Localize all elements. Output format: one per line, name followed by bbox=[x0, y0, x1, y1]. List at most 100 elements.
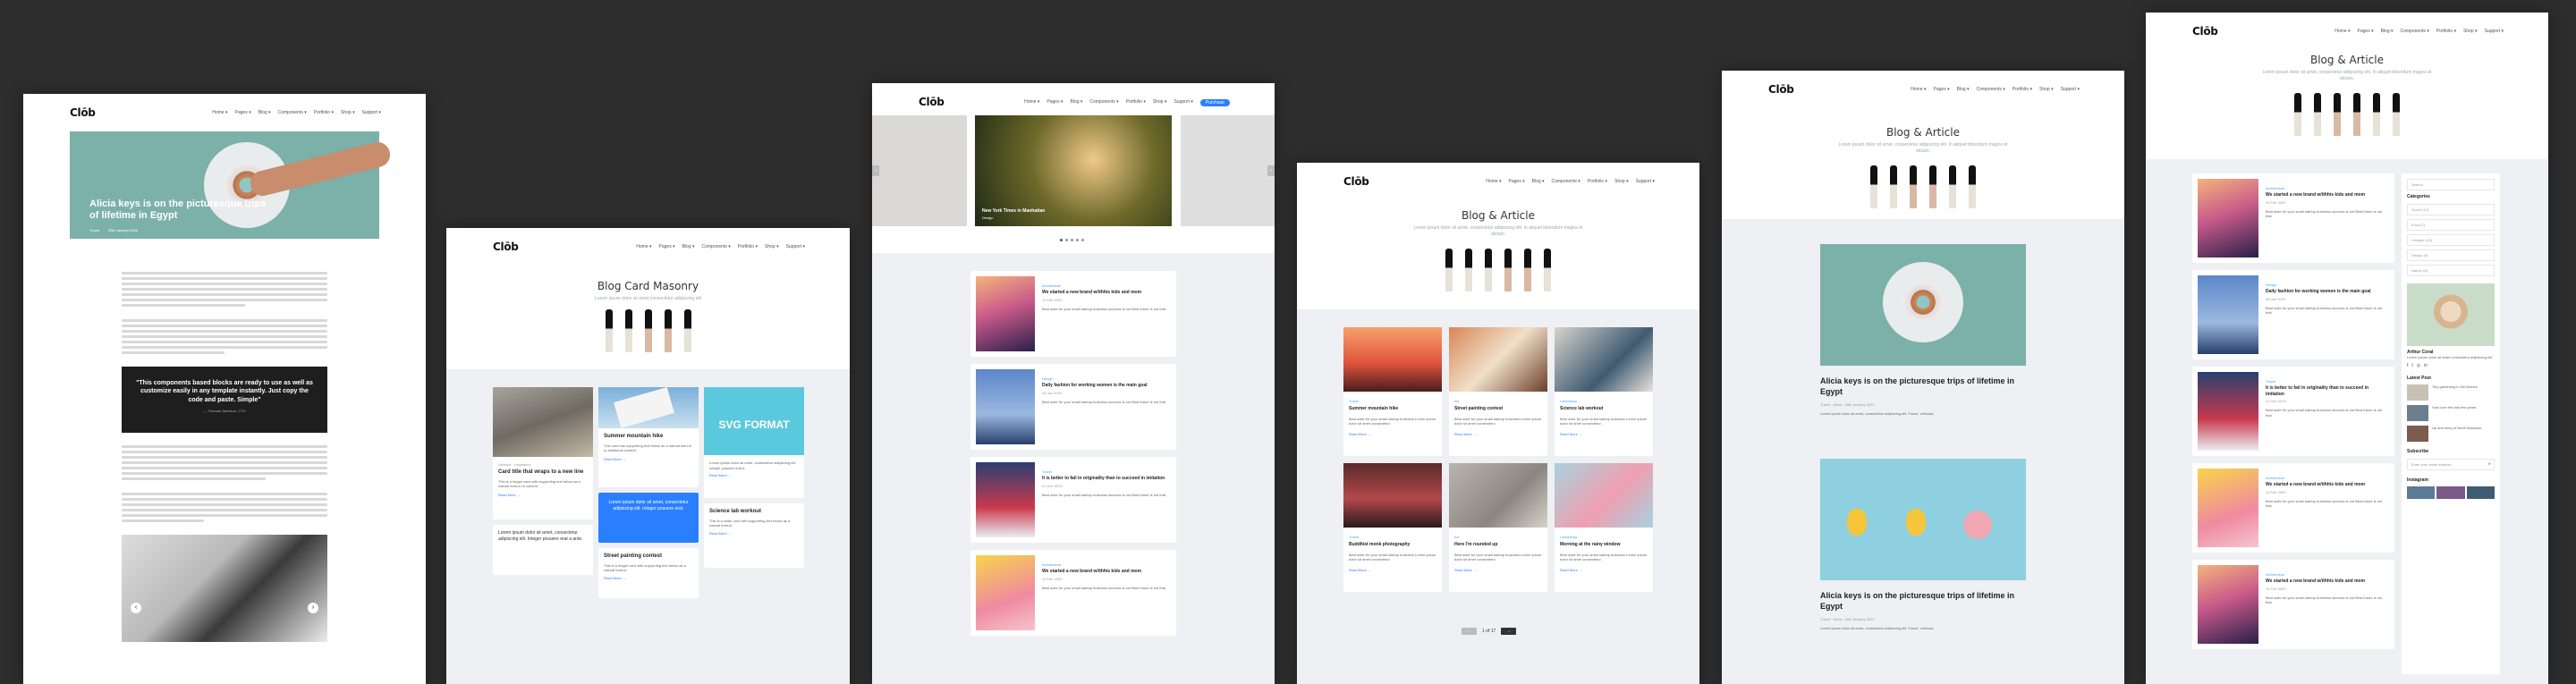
feature-post[interactable]: Alicia keys is on the picturesque trips … bbox=[1820, 244, 2026, 417]
nav-item[interactable]: Portfolio ▾ bbox=[2436, 29, 2456, 34]
nav-home[interactable]: Home ▾ bbox=[1024, 99, 1039, 106]
blog-card[interactable]: Travel Summer mountain hike Best suite f… bbox=[1343, 327, 1442, 456]
card-category[interactable]: Art bbox=[1454, 399, 1542, 403]
nav-item[interactable]: Components ▾ bbox=[702, 244, 731, 249]
category-item[interactable]: Lifestyle (15) bbox=[2407, 233, 2495, 246]
send-icon[interactable]: ➤ bbox=[2488, 461, 2491, 466]
card-category[interactable]: Travel bbox=[1349, 399, 1436, 403]
hero-tag[interactable]: Travel bbox=[89, 228, 99, 232]
nav-item[interactable]: Blog ▾ bbox=[2381, 29, 2394, 34]
nav-item[interactable]: Support ▾ bbox=[2061, 87, 2080, 92]
card-title[interactable]: Summer mountain hike bbox=[604, 434, 693, 441]
search-input[interactable]: Search bbox=[2407, 179, 2495, 190]
blog-card[interactable]: SVG FORMAT Lorem ipsum dolor sit amet, c… bbox=[704, 387, 804, 498]
nav-item[interactable]: Shop ▾ bbox=[2039, 87, 2054, 92]
read-more-link[interactable]: Read More → bbox=[1560, 568, 1648, 572]
nav-item[interactable]: Home ▾ bbox=[636, 244, 651, 249]
nav-portfolio[interactable]: Portfolio ▾ bbox=[1126, 99, 1146, 106]
nav-item[interactable]: Blog ▾ bbox=[1532, 179, 1545, 184]
post-category[interactable]: Design bbox=[1042, 376, 1169, 381]
site-logo[interactable]: Clōb bbox=[493, 241, 519, 253]
card-title[interactable]: Street painting contest bbox=[604, 553, 693, 561]
facebook-icon[interactable]: f bbox=[2407, 363, 2408, 368]
blog-card[interactable]: Lifestyle · Inspiration Card title that … bbox=[493, 387, 593, 519]
post-category[interactable]: Architecture bbox=[1042, 283, 1169, 288]
category-item[interactable]: Design (9) bbox=[2407, 249, 2495, 261]
card-title[interactable]: Street painting contest bbox=[1454, 406, 1542, 412]
post-title[interactable]: Daily fashion for working women is the m… bbox=[1042, 383, 1169, 389]
post-list-item[interactable]: Architecture We started a new brand w/it… bbox=[2192, 463, 2394, 553]
nav-item[interactable]: Blog ▾ bbox=[682, 244, 695, 249]
read-more-link[interactable]: Read More → bbox=[1454, 432, 1542, 436]
nav-item[interactable]: Pages ▾ bbox=[659, 244, 675, 249]
post-title[interactable]: We started a new brand w/ithhis kids and… bbox=[1042, 569, 1169, 575]
nav-components[interactable]: Components ▾ bbox=[1089, 99, 1118, 106]
read-more-link[interactable]: Read More → bbox=[709, 473, 799, 477]
card-title[interactable]: Morning at the rainy window bbox=[1560, 542, 1648, 548]
slider-prev-icon[interactable]: ‹ bbox=[872, 165, 879, 176]
nav-item[interactable]: Portfolio ▾ bbox=[314, 110, 334, 115]
nav-item[interactable]: Components ▾ bbox=[2401, 29, 2429, 34]
pagination-prev-button[interactable]: ← bbox=[1462, 628, 1477, 635]
pagination-next-button[interactable]: → bbox=[1501, 628, 1517, 635]
instagram-icon[interactable]: ◎ bbox=[2417, 363, 2420, 368]
nav-item[interactable]: Blog ▾ bbox=[1957, 87, 1970, 92]
nav-item[interactable]: Home ▾ bbox=[1486, 179, 1501, 184]
blog-card[interactable]: Science lab workout This is a wider card… bbox=[704, 503, 804, 568]
post-title[interactable]: We started a new brand w/ithhis kids and… bbox=[2266, 578, 2387, 585]
post-list-item[interactable]: Design Daily fashion for working women i… bbox=[970, 364, 1176, 450]
nav-pages[interactable]: Pages ▾ bbox=[1046, 99, 1063, 106]
post-title[interactable]: We started a new brand w/ithhis kids and… bbox=[2266, 192, 2387, 198]
nav-item[interactable]: Home ▾ bbox=[2334, 29, 2350, 34]
blog-card[interactable]: Lorem ipsum dolor sit amet, consectetur … bbox=[493, 525, 593, 575]
read-more-link[interactable]: Read More → bbox=[604, 457, 693, 461]
linkedin-icon[interactable]: in bbox=[2424, 363, 2428, 368]
card-title[interactable]: Here I'm rounded up bbox=[1454, 542, 1542, 548]
slider-next-icon[interactable]: › bbox=[1267, 165, 1275, 176]
card-category[interactable]: Laboratory bbox=[1560, 535, 1648, 539]
blog-card[interactable]: Art Here I'm rounded up Best suite for y… bbox=[1449, 463, 1547, 592]
card-title[interactable]: Science lab workout bbox=[709, 509, 799, 516]
nav-item[interactable]: Components ▾ bbox=[1552, 179, 1580, 184]
post-title[interactable]: Alicia keys is on the picturesque trips … bbox=[1820, 376, 2026, 397]
read-more-link[interactable]: Read More → bbox=[498, 493, 588, 497]
subscribe-email-field[interactable]: Enter your email address ➤ bbox=[2407, 458, 2495, 470]
nav-item[interactable]: Components ▾ bbox=[278, 110, 307, 115]
latest-post-item[interactable]: Tiny gardening in the kitchen bbox=[2407, 384, 2495, 401]
read-more-link[interactable]: Read More → bbox=[709, 531, 799, 536]
card-category[interactable]: Laboratory bbox=[1560, 399, 1648, 403]
read-more-link[interactable]: Read More → bbox=[604, 576, 693, 580]
card-title[interactable]: Buddhist monk photography bbox=[1349, 542, 1436, 548]
twitter-icon[interactable]: t bbox=[2411, 363, 2412, 368]
site-logo[interactable]: Clōb bbox=[70, 106, 96, 119]
card-category[interactable]: Art bbox=[1454, 535, 1542, 539]
post-list-item[interactable]: Architecture We started a new brand w/it… bbox=[2192, 560, 2394, 649]
post-title[interactable]: Daily fashion for working women is the m… bbox=[2266, 289, 2387, 295]
slider-dots[interactable] bbox=[1060, 239, 1084, 241]
site-logo[interactable]: Clōb bbox=[1343, 175, 1369, 188]
category-item[interactable]: Food (7) bbox=[2407, 218, 2495, 231]
slide-active[interactable]: New York Times in Manhattan Design bbox=[975, 115, 1172, 226]
blog-card[interactable]: Summer mountain hike This card has suppo… bbox=[598, 387, 699, 487]
nav-item[interactable]: Support ▾ bbox=[786, 244, 805, 249]
nav-item[interactable]: Shop ▾ bbox=[1614, 179, 1629, 184]
purchase-button[interactable]: Purchase bbox=[1199, 99, 1230, 106]
nav-item[interactable]: Support ▾ bbox=[362, 110, 381, 115]
post-category[interactable]: Design bbox=[2266, 283, 2387, 287]
post-title[interactable]: It is better to fail in originality than… bbox=[1042, 476, 1169, 482]
nav-item[interactable]: Portfolio ▾ bbox=[2012, 87, 2032, 92]
card-category[interactable]: Travel bbox=[1349, 535, 1436, 539]
post-list-item[interactable]: Architecture We started a new brand w/it… bbox=[970, 550, 1176, 636]
nav-shop[interactable]: Shop ▾ bbox=[1153, 99, 1167, 106]
post-title[interactable]: It is better to fail in originality than… bbox=[2266, 385, 2387, 397]
nav-item[interactable]: Pages ▾ bbox=[1934, 87, 1950, 92]
latest-post-item[interactable]: How over the last few years bbox=[2407, 405, 2495, 422]
nav-item[interactable]: Components ▾ bbox=[1977, 87, 2005, 92]
post-category[interactable]: Architecture bbox=[2266, 572, 2387, 577]
blog-card[interactable]: Street painting contest This is a longer… bbox=[598, 548, 699, 598]
blog-card[interactable]: Laboratory Science lab workout Best suit… bbox=[1555, 327, 1653, 456]
post-category[interactable]: Architecture bbox=[2266, 186, 2387, 190]
category-item[interactable]: Travel (12) bbox=[2407, 203, 2495, 215]
nav-item[interactable]: Pages ▾ bbox=[2358, 29, 2374, 34]
blog-card-highlight[interactable]: Lorem ipsum dolor sit amet, consectetur … bbox=[598, 493, 699, 543]
